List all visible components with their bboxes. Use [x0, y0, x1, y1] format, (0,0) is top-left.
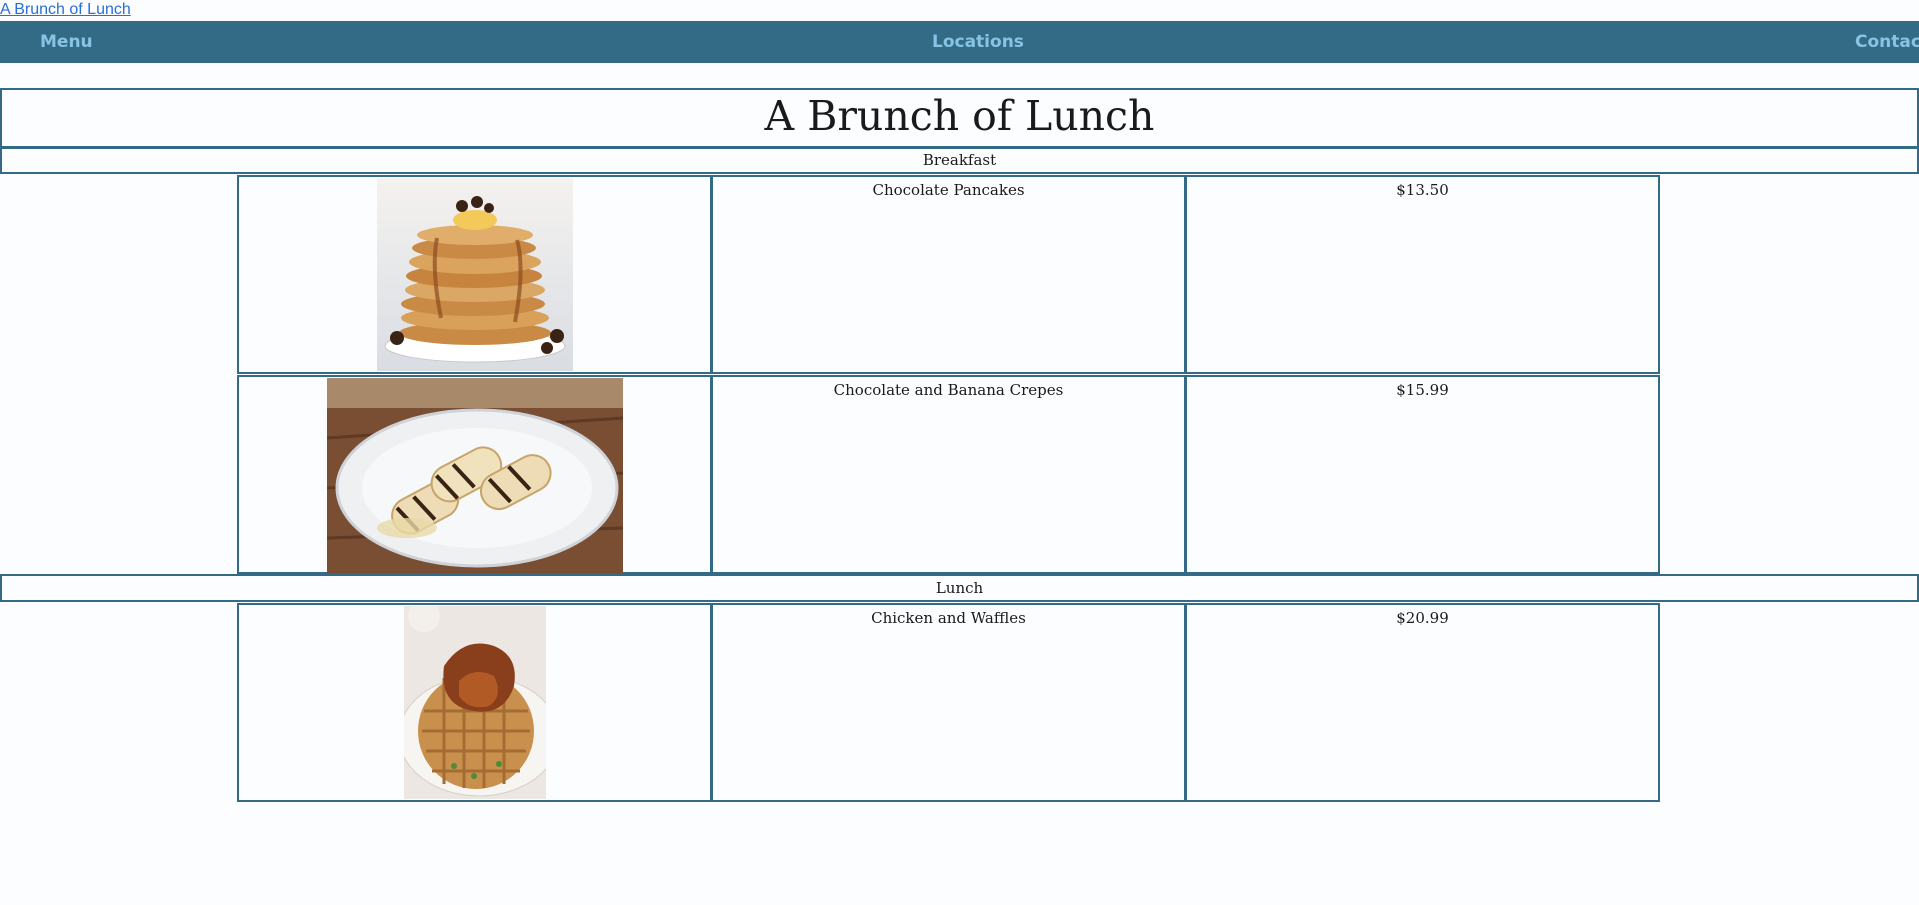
nav-item-menu[interactable]: Menu [40, 21, 93, 63]
section-label: Lunch [935, 579, 984, 597]
menu-item-price-cell: $15.99 [1185, 375, 1660, 574]
menu-item-name-cell: Chicken and Waffles [711, 603, 1186, 802]
page-title: A Brunch of Lunch [764, 92, 1155, 140]
menu-item-price-cell: $13.50 [1185, 175, 1660, 374]
menu-item-image-cell [237, 603, 712, 802]
nav-item-contact[interactable]: Contact [1855, 21, 1919, 63]
menu-item-price: $20.99 [1396, 609, 1449, 627]
menu-item-price-cell: $20.99 [1185, 603, 1660, 802]
crepes-image [327, 378, 623, 573]
nav-item-locations[interactable]: Locations [932, 21, 1024, 63]
menu-item-name-cell: Chocolate and Banana Crepes [711, 375, 1186, 574]
menu-item-name-cell: Chocolate Pancakes [711, 175, 1186, 374]
pancakes-image [377, 178, 573, 371]
section-header-breakfast: Breakfast [0, 146, 1919, 174]
menu-item-image-cell [237, 375, 712, 574]
nav-bar: Menu Locations Contact [0, 21, 1919, 63]
page-title-box: A Brunch of Lunch [0, 88, 1919, 149]
chicken-waffles-image [404, 606, 546, 799]
home-link[interactable]: A Brunch of Lunch [0, 0, 131, 20]
menu-item-name: Chocolate Pancakes [872, 181, 1025, 199]
menu-item-price: $15.99 [1396, 381, 1449, 399]
section-header-lunch: Lunch [0, 574, 1919, 602]
menu-item-name: Chocolate and Banana Crepes [833, 381, 1064, 399]
section-label: Breakfast [922, 151, 997, 169]
menu-item-price: $13.50 [1396, 181, 1449, 199]
menu-item-image-cell [237, 175, 712, 374]
menu-item-name: Chicken and Waffles [871, 609, 1026, 627]
